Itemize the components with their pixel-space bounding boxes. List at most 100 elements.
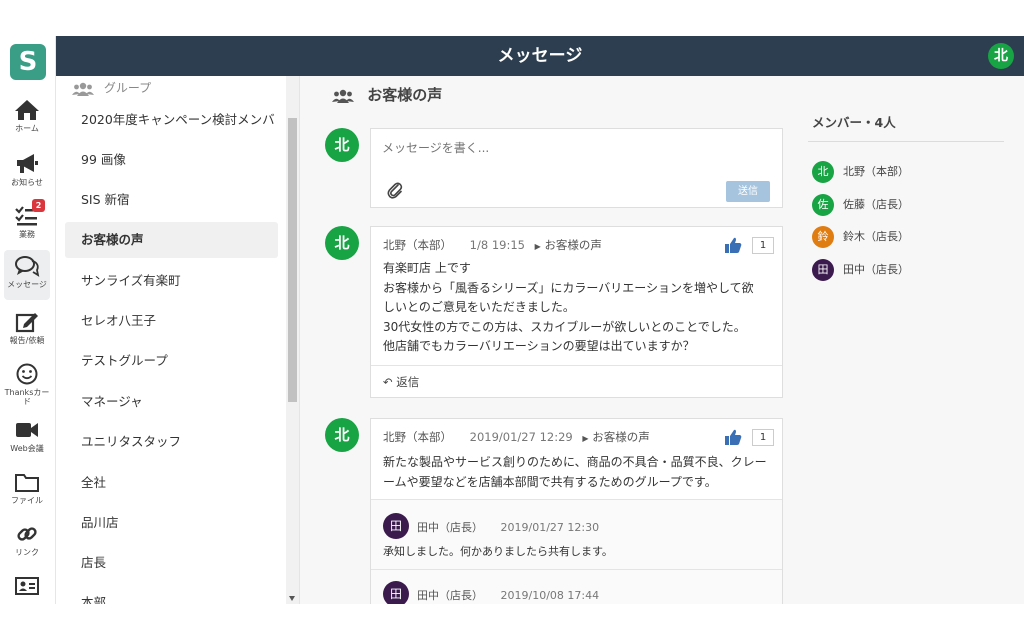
member-panel: メンバー・4人 北北野（本部） 佐佐藤（店長） 鈴鈴木（店長） 田田中（店長）	[808, 116, 1004, 281]
nav-profile[interactable]	[4, 570, 50, 604]
group-item[interactable]: 品川店	[65, 505, 278, 541]
message-card: 北野（本部） 2019/01/27 12:29 ▶ お客様の声 1 新たな製品や…	[370, 418, 783, 604]
nav-tasks-label: 業務	[19, 230, 35, 239]
reply-avatar: 田	[383, 513, 409, 539]
reply-author[interactable]: 田中（店長）	[417, 521, 483, 534]
nav-file-label: ファイル	[11, 496, 43, 505]
message-line: お客様から「風香るシリーズ」にカラーバリエーションを増やして欲	[383, 280, 754, 295]
home-icon	[15, 100, 39, 120]
nav-web-meeting[interactable]: Web会議	[4, 414, 50, 464]
group-item[interactable]: お客様の声	[65, 222, 278, 258]
group-item[interactable]: 全社	[65, 465, 278, 501]
reply-avatar: 田	[383, 581, 409, 604]
reply-text: 承知しました。何かありましたら共有します。	[383, 545, 613, 558]
member-avatar: 佐	[812, 193, 834, 216]
nav-home[interactable]: ホーム	[4, 94, 50, 144]
member-name: 北野（本部）	[843, 165, 909, 178]
id-card-icon	[15, 577, 39, 595]
message-card: 北野（本部） 1/8 19:15 ▶ お客様の声 1 有楽町店 上です お客様か…	[370, 226, 783, 398]
message-line: しいとのご意見をいただきました。	[383, 300, 575, 314]
member-avatar: 田	[812, 258, 834, 281]
nav-tasks[interactable]: 2 業務	[4, 199, 50, 250]
reply-button[interactable]: ↶ 返信	[371, 365, 782, 398]
user-avatar[interactable]: 北	[988, 43, 1014, 69]
reply-time: 2019/01/27 12:30	[500, 521, 600, 534]
edit-icon	[15, 313, 38, 333]
message-channel[interactable]: お客様の声	[544, 238, 602, 252]
send-button[interactable]: 送信	[726, 181, 770, 202]
group-header-label: グループ	[103, 81, 152, 95]
member-avatar: 鈴	[812, 226, 834, 248]
users-icon	[72, 82, 94, 96]
nav-link-label: リンク	[15, 548, 39, 557]
folder-icon	[15, 474, 39, 492]
composer-avatar: 北	[325, 128, 359, 162]
group-item[interactable]: マネージャ	[65, 384, 278, 420]
message-line: 30代女性の方でこの方は、スカイブルーが欲しいとのことでした。	[383, 319, 746, 334]
nav-message[interactable]: メッセージ	[4, 250, 50, 300]
like-count: 1	[752, 429, 774, 446]
group-item[interactable]: セレオ八王子	[65, 303, 278, 339]
reply-meta: 田中（店長） 2019/01/27 12:30	[417, 519, 599, 535]
group-item[interactable]: 店長	[65, 545, 278, 581]
message-line: 有楽町店 上です	[383, 261, 471, 275]
message-channel[interactable]: お客様の声	[592, 430, 650, 444]
link-icon	[17, 527, 37, 541]
group-item[interactable]: 2020年度キャンペーン検討メンバ	[65, 102, 278, 138]
group-item[interactable]: ユニリタスタッフ	[65, 424, 278, 460]
nav-link[interactable]: リンク	[4, 518, 50, 568]
message-composer: 送信	[370, 128, 783, 208]
app-window: S ホーム お知らせ 2 業務 メッセージ 報告/依頼 Thanksカード We…	[0, 36, 1024, 604]
message-body: 有楽町店 上です お客様から「風香るシリーズ」にカラーバリエーションを増やして欲…	[383, 259, 778, 357]
group-item[interactable]: 99 画像	[65, 142, 278, 178]
nav-rail: S ホーム お知らせ 2 業務 メッセージ 報告/依頼 Thanksカード We…	[0, 36, 56, 604]
member-name: 佐藤（店長）	[843, 197, 909, 211]
thumbs-up-icon	[725, 429, 742, 445]
reply-author[interactable]: 田中（店長）	[417, 589, 483, 602]
member-item[interactable]: 北北野（本部）	[812, 161, 909, 183]
member-name: 田中（店長）	[843, 262, 909, 276]
message-meta: 北野（本部） 2019/01/27 12:29 ▶ お客様の声	[383, 429, 650, 445]
message-input[interactable]	[382, 141, 762, 155]
member-item[interactable]: 田田中（店長）	[812, 258, 909, 281]
app-logo[interactable]: S	[10, 44, 46, 80]
nav-web-label: Web会議	[10, 444, 44, 453]
nav-file[interactable]: ファイル	[4, 466, 50, 516]
paperclip-icon[interactable]	[387, 181, 403, 199]
like-button[interactable]: 1	[724, 428, 774, 448]
nav-report-label: 報告/依頼	[9, 336, 45, 345]
reply-label: 返信	[396, 375, 420, 389]
reply-meta: 田中（店長） 2019/10/08 17:44	[417, 587, 599, 603]
nav-notice-label: お知らせ	[11, 178, 43, 187]
chat-icon	[15, 256, 40, 277]
group-item[interactable]: SIS 新宿	[65, 182, 278, 218]
users-icon	[332, 89, 354, 103]
nav-report[interactable]: 報告/依頼	[4, 306, 50, 356]
message-author[interactable]: 北野（本部）	[383, 238, 452, 252]
scroll-down-arrow-icon[interactable]	[289, 596, 295, 601]
reply-item: 田 田中（店長） 2019/10/08 17:44	[371, 569, 782, 604]
message-body: 新たな製品やサービス創りのために、商品の不具合・品質不良、クレー ームや要望など…	[383, 453, 778, 492]
caret-right-icon: ▶	[534, 242, 541, 251]
reply-icon: ↶	[383, 375, 393, 389]
nav-notice[interactable]: お知らせ	[4, 148, 50, 198]
group-item[interactable]: テストグループ	[65, 343, 278, 379]
nav-thanks[interactable]: Thanksカード	[4, 358, 50, 408]
caret-right-icon: ▶	[582, 434, 589, 443]
message-author[interactable]: 北野（本部）	[383, 430, 452, 444]
group-list-scrollbar[interactable]	[286, 76, 299, 604]
like-button[interactable]: 1	[724, 236, 774, 256]
message-line: ームや要望などを店舗本部間で共有するためのグループです。	[383, 474, 717, 489]
group-item[interactable]: サンライズ有楽町	[65, 263, 278, 299]
nav-thanks-label: Thanksカード	[4, 388, 50, 406]
message-line: 新たな製品やサービス創りのために、商品の不具合・品質不良、クレー	[383, 455, 767, 469]
message-avatar: 北	[325, 226, 359, 260]
member-item[interactable]: 鈴鈴木（店長）	[812, 226, 909, 248]
group-item[interactable]: 本部	[65, 585, 278, 604]
scrollbar-thumb[interactable]	[288, 118, 297, 402]
video-icon	[16, 423, 38, 437]
top-header: メッセージ 北	[56, 36, 1024, 76]
reply-item: 田 田中（店長） 2019/01/27 12:30 承知しました。何かありました…	[371, 499, 782, 569]
member-item[interactable]: 佐佐藤（店長）	[812, 193, 909, 216]
nav-home-label: ホーム	[15, 124, 39, 133]
